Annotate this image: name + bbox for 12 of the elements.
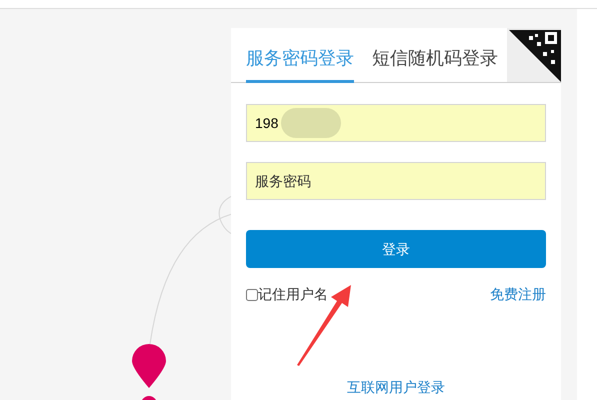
login-tab[interactable]: 服务密码登录 — [246, 45, 354, 83]
internet-login-link[interactable]: 互联网用户登录 — [347, 377, 445, 398]
phone-number: 198 — [255, 114, 278, 132]
login-button[interactable]: 登录 — [246, 230, 546, 268]
remember-label: 记住用户名 — [258, 285, 328, 304]
blur-mask — [281, 108, 341, 138]
register-link[interactable]: 免费注册 — [490, 284, 546, 305]
password-field[interactable]: 服务密码 — [246, 162, 546, 200]
map-pin-drawing — [132, 344, 166, 400]
phone-field[interactable]: 198 — [246, 104, 546, 142]
remember-checkbox[interactable] — [246, 288, 258, 300]
login-tab[interactable]: 短信随机码登录 — [372, 45, 498, 83]
